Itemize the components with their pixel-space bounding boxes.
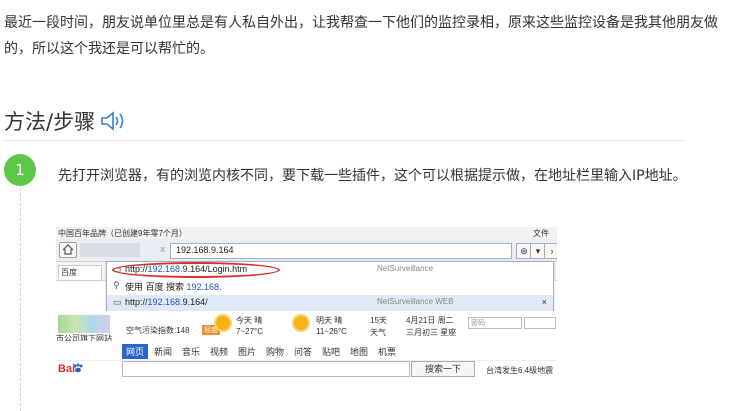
url-prefix: http:// xyxy=(125,297,148,307)
forward-icon: › xyxy=(544,243,557,259)
sun-icon xyxy=(216,316,230,330)
baidu-nav: 网页 新闻 音乐 视频 图片 购物 问答 贴吧 地图 机票 xyxy=(56,341,557,361)
blurred-region xyxy=(80,243,140,257)
suggestion-search-text: 使用 百度 搜索 192.168. xyxy=(125,280,222,293)
nav-item-news: 新闻 xyxy=(154,347,173,357)
step-text: 先打开浏览器，有的浏览内核不同，要下载一些插件，这个可以根据提示做，在地址栏里输… xyxy=(58,168,687,184)
speaker-icon[interactable] xyxy=(99,110,127,132)
forecast-label: 天气 xyxy=(370,328,386,337)
suggestion-search: ⚲ 使用 百度 搜索 192.168. xyxy=(107,278,553,294)
weather-strip: 空气污染指数:148 轻度 市公司旗下网站 今天 晴 7~27°C 明天 晴 1… xyxy=(56,311,557,343)
days-label: 15天 xyxy=(370,316,387,325)
sun-icon xyxy=(294,316,308,330)
url-suffix: 9.164/ xyxy=(182,297,208,307)
air-index: 空气污染指数:148 xyxy=(126,326,190,335)
url-value: 192.168.9.164 xyxy=(176,245,234,255)
news-headline: 台湾发生6.4级地震 xyxy=(486,366,554,375)
nav-item-shopping: 购物 xyxy=(266,347,285,357)
nav-item-tieba: 贴吧 xyxy=(322,347,341,357)
password-field: 密码 xyxy=(468,317,522,329)
screenshot-title: 中国百年品牌（已创建9年零7个月） xyxy=(58,229,187,238)
search-button: 搜索一下 xyxy=(411,361,475,377)
screenshot-file-menu: 文件 xyxy=(533,229,549,238)
tomorrow-temp: 11~26°C xyxy=(316,327,347,336)
nav-item-images: 图片 xyxy=(238,347,257,357)
search-query: 192.168. xyxy=(186,282,222,292)
close-icon: × xyxy=(541,297,547,307)
today-label: 今天 晴 xyxy=(236,316,263,325)
page-icon: ▭ xyxy=(113,297,122,307)
step-timeline xyxy=(20,188,21,411)
nav-item-video: 视频 xyxy=(210,347,229,357)
tab-label: 百度 xyxy=(61,268,77,277)
browser-screenshot: 中国百年品牌（已创建9年零7个月） 文件 ⅹ 192.168.9.164 ⊛ ▾… xyxy=(56,227,557,377)
home-icon xyxy=(59,242,77,258)
dropdown-arrow-icon: ⅹ xyxy=(160,244,166,254)
nav-item-flights: 机票 xyxy=(378,347,397,357)
nav-item-map: 地图 xyxy=(350,347,369,357)
url-bold: 192.168. xyxy=(147,297,183,307)
step-number-badge: 1 xyxy=(4,154,36,186)
intro-paragraph: 最近一段时间，朋友说单位里总是有人私自外出，让我帮查一下他们的监控录相，原来这些… xyxy=(4,15,718,57)
search-input xyxy=(122,361,410,377)
suggestion-web: ▭ http://192.168.9.164/ NetSurveillance … xyxy=(107,295,553,311)
screenshot-title-row: 中国百年品牌（已创建9年零7个月） 文件 xyxy=(56,227,557,239)
search-icon: ⚲ xyxy=(113,280,120,290)
baidu-paw-icon xyxy=(73,363,83,373)
nav-item-qa: 问答 xyxy=(294,347,313,357)
section-title-text: 方法/步骤 xyxy=(4,110,96,134)
baidu-search-row: Bai 搜索一下 台湾发生6.4级地震 xyxy=(56,361,557,377)
highlight-oval xyxy=(112,262,280,278)
section-divider xyxy=(4,140,685,141)
nav-item-music: 音乐 xyxy=(182,347,201,357)
suggestion-url: http://192.168.9.164/ xyxy=(125,297,208,307)
section-title: 方法/步骤 xyxy=(4,106,127,136)
suggestion-title: NetSurveillance xyxy=(377,264,434,273)
date-label: 4月21日 周二 xyxy=(406,316,454,325)
extra-field xyxy=(524,317,556,329)
nav-item-web: 网页 xyxy=(122,344,149,359)
lunar-label: 三月初三 星座 xyxy=(406,328,457,337)
today-temp: 7~27°C xyxy=(236,327,263,336)
tomorrow-label: 明天 晴 xyxy=(316,316,343,325)
address-bar: ⅹ 192.168.9.164 ⊛ ▾ › xyxy=(56,239,557,262)
url-field: 192.168.9.164 xyxy=(170,243,512,259)
browser-tab: 百度 xyxy=(58,265,102,281)
search-label: 使用 百度 搜索 xyxy=(125,282,185,292)
blurred-logo xyxy=(58,315,110,333)
suggestion-title: NetSurveillance WEB xyxy=(377,297,454,306)
